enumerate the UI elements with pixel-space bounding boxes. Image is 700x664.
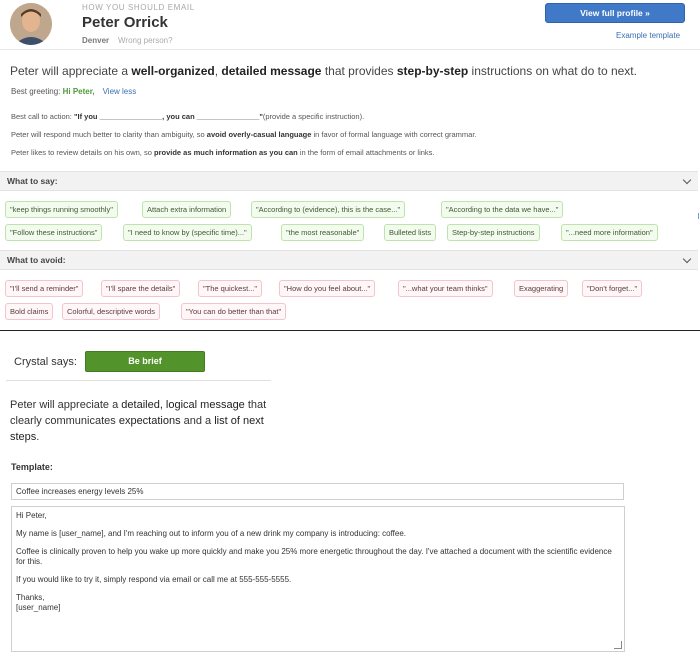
email-summary: Peter will appreciate a well-organized, … xyxy=(10,64,637,78)
panel-divider xyxy=(0,330,700,331)
best-greeting: Best greeting: Hi Peter, View less xyxy=(11,87,136,96)
wrong-person-link[interactable]: Wrong person? xyxy=(118,36,173,45)
cta-label: Best call to action: xyxy=(11,112,74,121)
greeting-value: Hi Peter, xyxy=(62,87,95,96)
header-eyebrow: HOW YOU SHOULD EMAIL xyxy=(82,3,195,12)
example-template-link[interactable]: Example template xyxy=(616,31,680,40)
contact-location: Denver xyxy=(82,36,110,45)
contact-header: HOW YOU SHOULD EMAIL Peter Orrick Denver… xyxy=(0,0,700,50)
subject-input[interactable]: Coffee increases energy levels 25% xyxy=(11,483,624,500)
advice-emphasis: expectations xyxy=(118,415,181,427)
say-chip[interactable]: Bulleted lists xyxy=(384,224,437,241)
advice-emphasis: detailed, logical message xyxy=(121,399,245,411)
clarity-line: Peter will respond much better to clarit… xyxy=(11,130,477,139)
avoid-chip[interactable]: Bold claims xyxy=(5,303,54,320)
detail-text: Peter likes to review details on his own… xyxy=(11,148,154,157)
summary-text: that provides xyxy=(321,64,397,78)
what-to-say-header[interactable]: What to say: xyxy=(0,171,698,191)
avoid-chip[interactable]: "I'll spare the details" xyxy=(101,280,181,297)
body-paragraph: Thanks, [user_name] xyxy=(16,593,61,612)
summary-text: instructions on what do to next. xyxy=(468,64,637,78)
crystal-advice: Peter will appreciate a detailed, logica… xyxy=(10,397,280,445)
details-line: Peter likes to review details on his own… xyxy=(11,148,435,157)
contact-name: Peter Orrick xyxy=(82,14,168,31)
advice-text: and a xyxy=(180,415,215,427)
summary-emphasis: step-by-step xyxy=(396,64,469,78)
avoid-chip[interactable]: "I'll send a reminder" xyxy=(5,280,84,297)
say-chip[interactable]: "keep things running smoothly" xyxy=(5,201,118,218)
say-chip[interactable]: "According to (evidence), this is the ca… xyxy=(251,201,406,218)
body-paragraph: My name is [user_name], and I'm reaching… xyxy=(16,529,407,538)
avoid-chip[interactable]: "You can do better than that" xyxy=(181,303,287,320)
avoid-chip[interactable]: Colorful, descriptive words xyxy=(62,303,160,320)
greeting-label: Best greeting: xyxy=(11,87,63,96)
detail-emphasis: avoid overly-casual language xyxy=(206,130,312,139)
detail-text: in the form of email attachments or link… xyxy=(297,148,435,157)
avoid-chip[interactable]: "Don't forget..." xyxy=(582,280,643,297)
avoid-chip[interactable]: "The quickest..." xyxy=(198,280,263,297)
view-full-profile-button[interactable]: View full profile » xyxy=(545,3,685,23)
advice-text: . xyxy=(36,431,40,443)
resize-handle-icon[interactable] xyxy=(614,641,622,649)
summary-emphasis: well-organized xyxy=(131,64,215,78)
email-body-textarea[interactable]: Hi Peter, My name is [user_name], and I'… xyxy=(11,506,625,652)
avoid-chip[interactable]: Exaggerating xyxy=(514,280,569,297)
say-chip[interactable]: "Follow these instructions" xyxy=(5,224,103,241)
summary-emphasis: detailed message xyxy=(221,64,322,78)
say-chip[interactable]: "...need more information" xyxy=(561,224,658,241)
call-to-action-line: Best call to action: "If you ___________… xyxy=(11,112,364,121)
detail-emphasis: provide as much information as you can xyxy=(153,148,298,157)
section-title: What to avoid: xyxy=(7,255,66,265)
what-to-avoid-header[interactable]: What to avoid: xyxy=(0,250,698,270)
avoid-chip[interactable]: "...what your team thinks" xyxy=(398,280,493,297)
view-less-link[interactable]: View less xyxy=(103,87,137,96)
detail-text: Peter will respond much better to clarit… xyxy=(11,130,207,139)
say-chip[interactable]: "the most reasonable" xyxy=(281,224,365,241)
template-label: Template: xyxy=(11,462,53,472)
avoid-chip[interactable]: "How do you feel about..." xyxy=(279,280,376,297)
avatar xyxy=(10,3,52,45)
body-paragraph: Coffee is clinically proven to help you … xyxy=(16,547,615,566)
say-chip[interactable]: Attach extra information xyxy=(142,201,232,218)
scroll-indicator-icon xyxy=(696,213,699,219)
summary-text: Peter will appreciate a xyxy=(10,64,132,78)
say-chip[interactable]: "According to the data we have..." xyxy=(441,201,564,218)
detail-text: in favor of formal language with correct… xyxy=(311,130,477,139)
section-title: What to say: xyxy=(7,176,58,186)
chevron-down-icon xyxy=(682,254,692,264)
say-chip[interactable]: "I need to know by (specific time)..." xyxy=(123,224,252,241)
body-paragraph: If you would like to try it, simply resp… xyxy=(16,575,292,584)
chevron-down-icon xyxy=(682,175,692,185)
cta-phrase: "If you _______________, you can _______… xyxy=(73,112,263,121)
say-chip[interactable]: Step-by-step instructions xyxy=(447,224,540,241)
advice-text: Peter will appreciate a xyxy=(10,399,122,411)
cta-note: (provide a specific instruction). xyxy=(262,112,365,121)
be-brief-button[interactable]: Be brief xyxy=(85,351,205,372)
body-paragraph: Hi Peter, xyxy=(16,511,47,520)
divider xyxy=(6,380,271,381)
crystal-says-label: Crystal says: xyxy=(14,356,77,368)
